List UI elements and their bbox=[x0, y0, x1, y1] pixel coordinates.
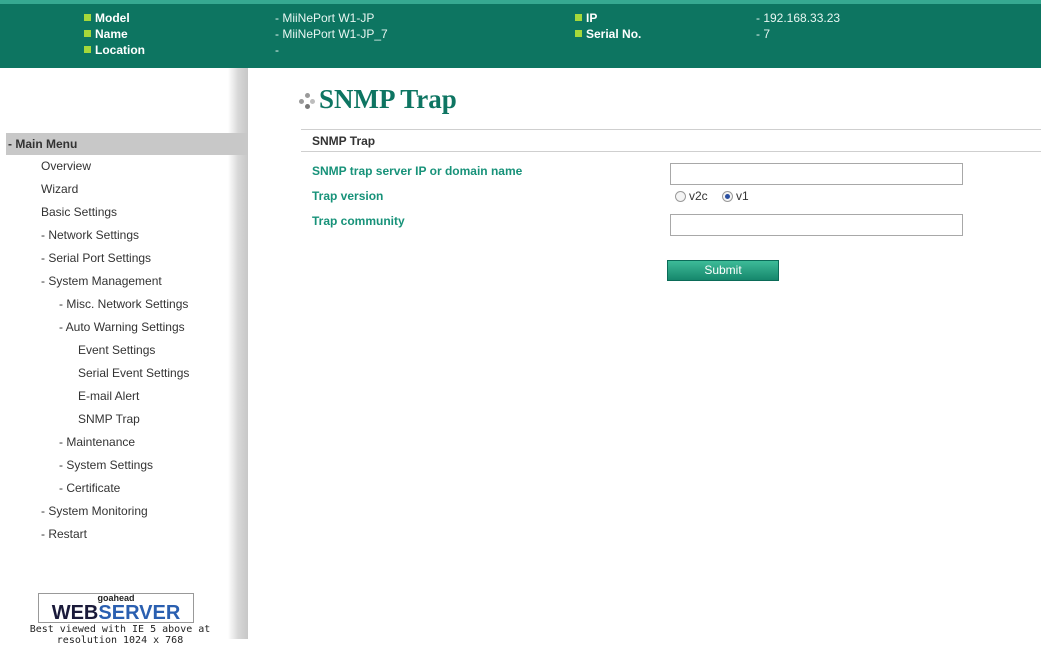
trap-community-label: Trap community bbox=[312, 214, 405, 228]
menu-item-certificate[interactable]: - Certificate bbox=[59, 480, 120, 496]
name-label: Name bbox=[84, 26, 128, 42]
menu-item-serial-port-settings[interactable]: - Serial Port Settings bbox=[41, 250, 151, 266]
menu-item-auto-warning-settings[interactable]: - Auto Warning Settings bbox=[59, 319, 185, 335]
logo-webserver-text: WEBSERVER bbox=[51, 602, 181, 624]
page-title: SNMP Trap bbox=[299, 83, 457, 115]
location-label: Location bbox=[84, 42, 145, 58]
trap-version-label: Trap version bbox=[312, 189, 384, 203]
submit-button[interactable]: Submit bbox=[667, 260, 779, 281]
radio-v2c-label: v2c bbox=[689, 189, 708, 203]
section-header: SNMP Trap bbox=[301, 129, 1041, 152]
menu-item-serial-event-settings[interactable]: Serial Event Settings bbox=[78, 365, 189, 381]
model-value: - MiiNePort W1-JP bbox=[275, 11, 375, 25]
menu-item-email-alert[interactable]: E-mail Alert bbox=[78, 388, 139, 404]
bullet-icon bbox=[84, 14, 91, 21]
bullet-icon bbox=[84, 30, 91, 37]
main-menu-header[interactable]: - Main Menu bbox=[6, 133, 248, 155]
radio-v2c[interactable] bbox=[675, 191, 686, 202]
menu-item-system-settings[interactable]: - System Settings bbox=[59, 457, 153, 473]
menu-item-system-monitoring[interactable]: - System Monitoring bbox=[41, 503, 148, 519]
browser-note-line2: resolution 1024 x 768 bbox=[56, 635, 184, 646]
radio-v1-label: v1 bbox=[736, 189, 749, 203]
serial-label: Serial No. bbox=[575, 26, 641, 42]
goahead-webserver-logo[interactable]: goahead WEBSERVER bbox=[38, 593, 194, 624]
menu-item-network-settings[interactable]: - Network Settings bbox=[41, 227, 139, 243]
ip-label: IP bbox=[575, 10, 597, 26]
radio-v1[interactable] bbox=[722, 191, 733, 202]
trap-server-input[interactable] bbox=[670, 163, 963, 185]
server-ip-label: SNMP trap server IP or domain name bbox=[312, 164, 523, 178]
title-dots-icon bbox=[299, 88, 315, 109]
name-value: - MiiNePort W1-JP_7 bbox=[275, 27, 388, 41]
trap-community-input[interactable] bbox=[670, 214, 963, 236]
bullet-icon bbox=[575, 30, 582, 37]
menu-item-snmp-trap[interactable]: SNMP Trap bbox=[78, 411, 140, 427]
menu-item-maintenance[interactable]: - Maintenance bbox=[59, 434, 135, 450]
menu-item-basic-settings[interactable]: Basic Settings bbox=[41, 204, 117, 220]
sidebar: - Main Menu Overview Wizard Basic Settin… bbox=[0, 68, 248, 646]
menu-item-overview[interactable]: Overview bbox=[41, 158, 91, 174]
location-value: - bbox=[275, 43, 279, 57]
ip-value: - 192.168.33.23 bbox=[756, 11, 841, 25]
browser-note-line1: Best viewed with IE 5 above at bbox=[29, 624, 211, 635]
header-top-line bbox=[0, 0, 1041, 4]
bullet-icon bbox=[84, 46, 91, 53]
menu-item-system-management[interactable]: - System Management bbox=[41, 273, 162, 289]
menu-item-event-settings[interactable]: Event Settings bbox=[78, 342, 155, 358]
menu-item-wizard[interactable]: Wizard bbox=[41, 181, 78, 197]
model-label: Model bbox=[84, 10, 130, 26]
menu-item-misc-network-settings[interactable]: - Misc. Network Settings bbox=[59, 296, 188, 312]
device-info-header: Model Name Location - MiiNePort W1-JP - … bbox=[0, 0, 1041, 68]
serial-value: - 7 bbox=[756, 27, 771, 41]
bullet-icon bbox=[575, 14, 582, 21]
menu-item-restart[interactable]: - Restart bbox=[41, 526, 87, 542]
